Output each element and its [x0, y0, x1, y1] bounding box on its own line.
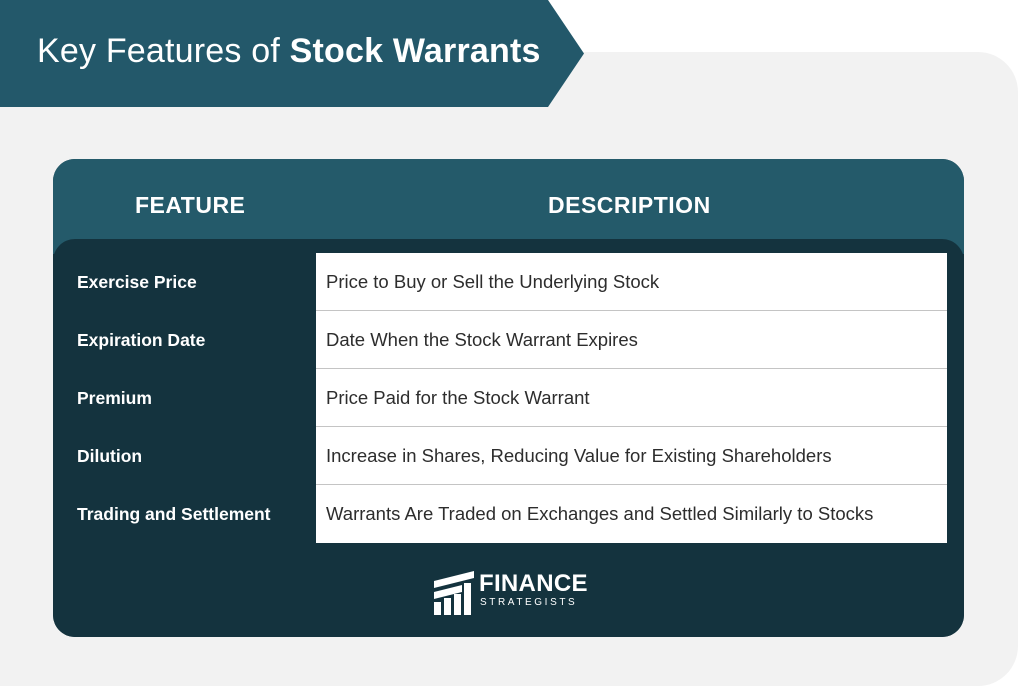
page-title: Key Features of Stock Warrants: [37, 32, 541, 71]
table-row: Trading and Settlement Warrants Are Trad…: [53, 485, 964, 543]
table-row: Premium Price Paid for the Stock Warrant: [53, 369, 964, 427]
title-prefix: Key Features of: [37, 32, 290, 70]
description-cell: Date When the Stock Warrant Expires: [316, 311, 947, 369]
logo-wordmark-finance: FINANCE: [479, 570, 588, 597]
title-banner: Key Features of Stock Warrants: [0, 0, 584, 107]
features-table: FEATURE DESCRIPTION Exercise Price Price…: [53, 159, 964, 637]
feature-cell: Trading and Settlement: [77, 504, 271, 524]
feature-cell: Expiration Date: [77, 330, 206, 350]
feature-column-header: FEATURE: [135, 192, 246, 218]
description-cell: Warrants Are Traded on Exchanges and Set…: [316, 485, 947, 543]
table-row: Expiration Date Date When the Stock Warr…: [53, 311, 964, 369]
feature-cell: Dilution: [77, 446, 143, 466]
description-column-header: DESCRIPTION: [548, 192, 711, 218]
description-text: Price to Buy or Sell the Underlying Stoc…: [326, 271, 660, 292]
description-text: Warrants Are Traded on Exchanges and Set…: [326, 503, 874, 524]
table-row: Dilution Increase in Shares, Reducing Va…: [53, 427, 964, 485]
finance-strategists-logo-icon: [434, 571, 474, 615]
description-cell: Price to Buy or Sell the Underlying Stoc…: [316, 253, 947, 311]
finance-strategists-logo: FINANCE STRATEGISTS: [432, 571, 592, 615]
description-text: Increase in Shares, Reducing Value for E…: [326, 445, 832, 466]
description-cell: Increase in Shares, Reducing Value for E…: [316, 427, 947, 485]
title-emphasis: Stock Warrants: [289, 32, 541, 70]
table-row: Exercise Price Price to Buy or Sell the …: [53, 253, 964, 311]
description-text: Date When the Stock Warrant Expires: [326, 329, 638, 350]
feature-cell: Exercise Price: [77, 272, 197, 292]
table-rows: Exercise Price Price to Buy or Sell the …: [53, 253, 964, 543]
description-text: Price Paid for the Stock Warrant: [326, 387, 590, 408]
description-cell: Price Paid for the Stock Warrant: [316, 369, 947, 427]
feature-cell: Premium: [77, 388, 152, 408]
logo-wordmark-strategists: STRATEGISTS: [480, 597, 578, 608]
